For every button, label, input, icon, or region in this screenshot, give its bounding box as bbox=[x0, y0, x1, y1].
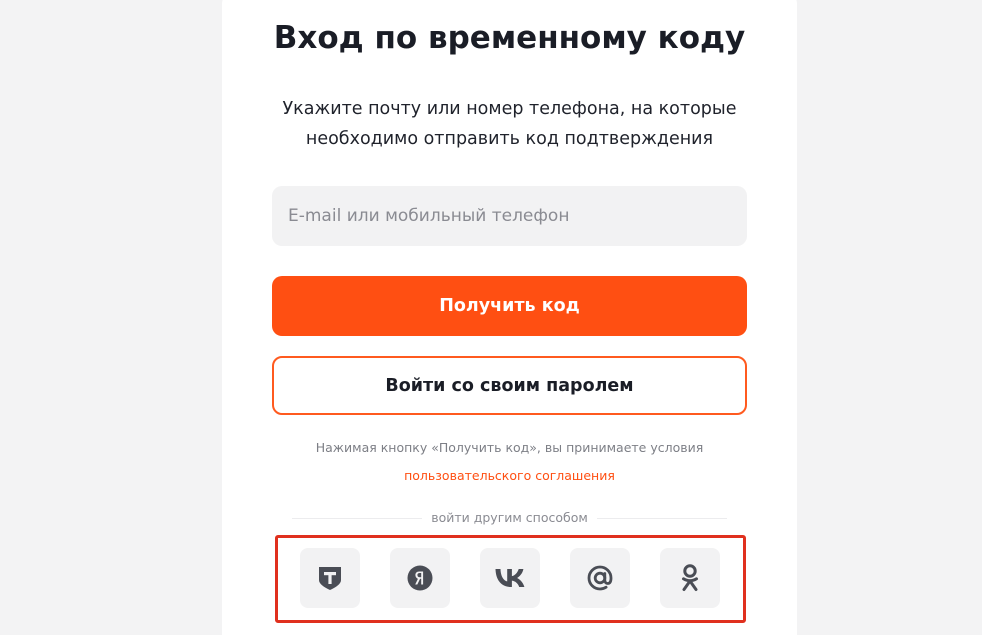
email-or-phone-input[interactable] bbox=[272, 186, 747, 246]
user-agreement-link[interactable]: пользовательского соглашения bbox=[262, 467, 757, 485]
password-login-button[interactable]: Войти со своим паролем bbox=[272, 356, 747, 415]
social-button-yandex[interactable] bbox=[390, 548, 450, 608]
odnoklassniki-icon bbox=[682, 564, 698, 591]
social-button-tbank[interactable] bbox=[300, 548, 360, 608]
vk-icon bbox=[495, 569, 525, 587]
subtitle: Укажите почту или номер телефона, на кот… bbox=[282, 99, 737, 149]
mail-ru-icon bbox=[587, 565, 613, 591]
terms-text: Нажимая кнопку «Получить код», вы приним… bbox=[315, 440, 704, 455]
page-title: Вход по временному коду bbox=[273, 20, 746, 56]
login-card: Вход по временному коду Укажите почту ил… bbox=[222, 0, 797, 635]
alt-login-label: войти другим способом bbox=[431, 510, 588, 525]
social-button-mail-ru[interactable] bbox=[570, 548, 630, 608]
yandex-icon bbox=[407, 565, 433, 591]
social-button-odnoklassniki[interactable] bbox=[660, 548, 720, 608]
page: Вход по временному коду Укажите почту ил… bbox=[0, 0, 982, 635]
social-button-vk[interactable] bbox=[480, 548, 540, 608]
alt-login-divider: войти другим способом bbox=[292, 509, 727, 529]
tbank-icon bbox=[319, 567, 341, 590]
get-code-button[interactable]: Получить код bbox=[272, 276, 747, 336]
